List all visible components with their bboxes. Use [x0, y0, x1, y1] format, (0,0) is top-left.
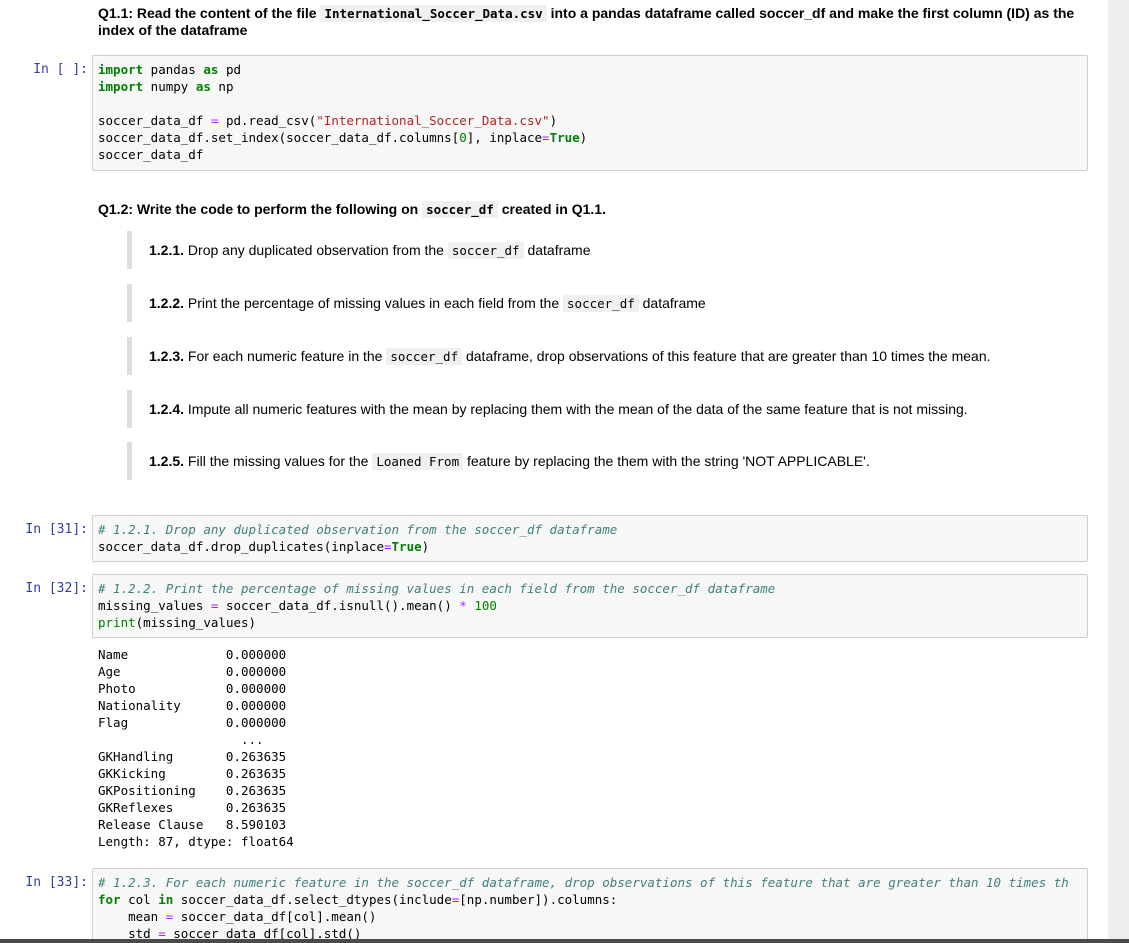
subtask-text: Impute all numeric features with the mea… [184, 401, 968, 417]
token: soccer_data_df [98, 113, 211, 128]
subtask-number: 1.2.4. [149, 401, 185, 417]
cell-prompt: In [31]: [25, 522, 88, 537]
cell-prompt: In [33]: [25, 875, 88, 890]
token: (missing_values) [135, 615, 257, 630]
token: as [195, 79, 211, 94]
token: ) [579, 130, 588, 145]
subtask-number: 1.2.1. [149, 242, 185, 258]
token: import [98, 62, 144, 77]
token: 100 [474, 598, 497, 613]
code-cell-31[interactable]: # 1.2.1. Drop any duplicated observation… [92, 515, 1088, 562]
subtask-code: soccer_df [447, 242, 524, 259]
notebook-page: Q1.1: Read the content of the file Inter… [0, 0, 1108, 943]
subtask-1-2-3: 1.2.3. For each numeric feature in the s… [127, 337, 991, 375]
token: ) [549, 113, 558, 128]
code-comment: # 1.2.3. For each numeric feature in the… [98, 875, 1069, 890]
cell-prompt: In [32]: [25, 581, 88, 596]
q1-2-code: soccer_df [422, 201, 498, 218]
token: numpy [143, 79, 196, 94]
token: col [120, 892, 159, 907]
subtask-text: Fill the missing values for the [184, 453, 373, 469]
code-editor[interactable]: import pandas as pd import numpy as np s… [93, 56, 1087, 168]
token: = [542, 130, 550, 145]
code-cell-32[interactable]: # 1.2.2. Print the percentage of missing… [92, 574, 1088, 638]
subtask-text-end: dataframe, drop observations of this fea… [462, 348, 991, 364]
token: ], inplace [466, 130, 543, 145]
code-editor[interactable]: # 1.2.3. For each numeric feature in the… [93, 869, 1087, 943]
code-editor[interactable]: # 1.2.1. Drop any duplicated observation… [93, 516, 1087, 560]
token: mean [98, 909, 166, 924]
token: 0 [459, 130, 467, 145]
subtask-code: soccer_df [386, 348, 463, 365]
token: True [549, 130, 580, 145]
token: soccer_data_df.drop_duplicates(inplace [98, 539, 384, 554]
subtask-code: Loaned From [372, 453, 464, 470]
token: True [391, 539, 422, 554]
subtask-text-end: dataframe [523, 242, 591, 258]
token: = [383, 539, 392, 554]
subtask-number: 1.2.3. [149, 348, 185, 364]
cell-prompt: In [ ]: [33, 62, 88, 77]
window-bottom-edge [0, 939, 1129, 943]
subtask-text-end: feature by replacing the them with the s… [463, 453, 870, 469]
token: soccer_data_df[col].mean() [173, 909, 377, 924]
subtask-text: Drop any duplicated observation from the [184, 242, 448, 258]
token: soccer_data_df [98, 147, 204, 162]
token: ) [421, 539, 430, 554]
subtask-text: For each numeric feature in the [184, 348, 387, 364]
code-cell-33[interactable]: # 1.2.3. For each numeric feature in the… [92, 868, 1088, 943]
subtask-code: soccer_df [563, 295, 639, 312]
q1-1-filename: International_Soccer_Data.csv [320, 5, 547, 22]
token: for [98, 892, 121, 907]
q1-1-text: Q1.1: Read the content of the file [98, 5, 321, 21]
token: as [203, 62, 219, 77]
token: "International_Soccer_Data.csv" [316, 113, 550, 128]
q1-2-text-end: created in Q1.1. [497, 201, 606, 217]
subtask-text-end: dataframe [638, 295, 706, 311]
token: np [210, 79, 234, 94]
code-comment: # 1.2.2. Print the percentage of missing… [98, 581, 776, 596]
token: missing_values [98, 598, 211, 613]
token: soccer_data_df.set_index(soccer_data_df.… [98, 130, 460, 145]
code-comment: # 1.2.1. Drop any duplicated observation… [98, 522, 618, 537]
token: pd [218, 62, 242, 77]
token: in [158, 892, 174, 907]
subtask-number: 1.2.5. [149, 453, 185, 469]
cell-output: Name 0.000000 Age 0.000000 Photo 0.00000… [98, 647, 294, 849]
code-editor[interactable]: # 1.2.2. Print the percentage of missing… [93, 575, 1087, 636]
markdown-q1-1: Q1.1: Read the content of the file Inter… [98, 5, 1088, 39]
q1-2-text: Q1.2: Write the code to perform the foll… [98, 201, 423, 217]
token: soccer_data_df.select_dtypes(include [173, 892, 452, 907]
token: import [98, 79, 144, 94]
subtask-text: Print the percentage of missing values i… [184, 295, 564, 311]
code-cell-imports[interactable]: import pandas as pd import numpy as np s… [92, 55, 1088, 171]
markdown-q1-2: Q1.2: Write the code to perform the foll… [98, 201, 606, 218]
token: print [98, 615, 136, 630]
subtask-1-2-1: 1.2.1. Drop any duplicated observation f… [127, 231, 591, 269]
subtask-1-2-2: 1.2.2. Print the percentage of missing v… [127, 284, 706, 322]
subtask-number: 1.2.2. [149, 295, 185, 311]
token: soccer_data_df.isnull().mean() [218, 598, 460, 613]
token: [np.number]).columns: [459, 892, 618, 907]
token: pd.read_csv( [218, 113, 317, 128]
subtask-1-2-4: 1.2.4. Impute all numeric features with … [127, 390, 968, 428]
token: pandas [143, 62, 204, 77]
subtask-1-2-5: 1.2.5. Fill the missing values for the L… [127, 442, 870, 480]
token: * [459, 598, 467, 613]
